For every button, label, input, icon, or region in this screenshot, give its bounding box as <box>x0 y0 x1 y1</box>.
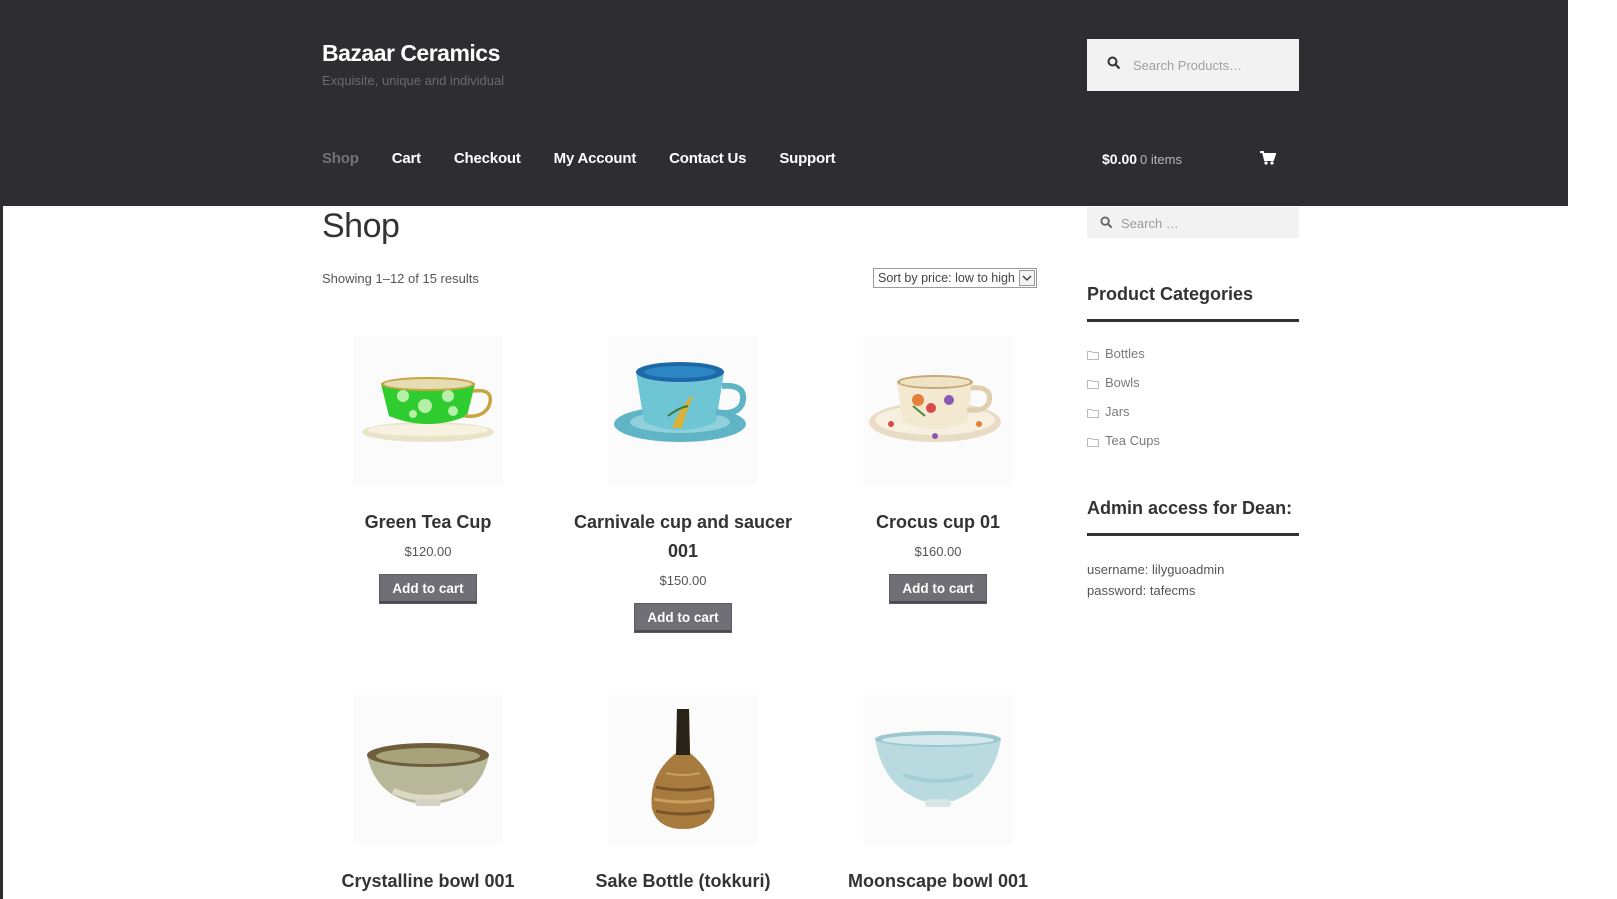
cart-icon[interactable] <box>1260 151 1277 170</box>
nav-support[interactable]: Support <box>779 150 835 167</box>
site-title[interactable]: Bazaar Ceramics <box>322 40 504 67</box>
product-title[interactable]: Moonscape bowl 001 <box>818 867 1058 896</box>
cart-item-count: 0 items <box>1140 152 1182 167</box>
sort-select[interactable]: Sort by price: low to high <box>873 268 1037 288</box>
add-to-cart-button[interactable]: Add to cart <box>379 574 477 604</box>
admin-access-title: Admin access for Dean: <box>1087 498 1299 536</box>
product-image[interactable] <box>353 336 503 486</box>
admin-password: password: tafecms <box>1087 583 1196 598</box>
product-image[interactable] <box>863 336 1013 486</box>
category-jars[interactable]: Jars <box>1105 404 1130 419</box>
nav-checkout[interactable]: Checkout <box>454 150 521 167</box>
product-price: $120.00 <box>404 544 452 559</box>
product-card: Crystalline bowl 001 <box>308 695 548 896</box>
admin-username: username: lilyguoadmin <box>1087 562 1225 577</box>
product-title[interactable]: Crocus cup 01 <box>818 508 1058 537</box>
list-item[interactable]: Bowls <box>1087 375 1160 404</box>
folder-icon <box>1087 435 1099 450</box>
chevron-down-icon[interactable] <box>1018 270 1035 286</box>
product-card: Sake Bottle (tokkuri) <box>563 695 803 896</box>
folder-icon <box>1087 406 1099 421</box>
product-card: Crocus cup 01 $160.00 Add to cart <box>818 336 1058 604</box>
category-list: Bottles Bowls Jars Tea Cups <box>1087 346 1160 462</box>
header-product-search <box>1087 39 1299 91</box>
add-to-cart-button[interactable]: Add to cart <box>634 603 732 633</box>
product-search-input[interactable] <box>1131 49 1290 81</box>
list-item[interactable]: Tea Cups <box>1087 433 1160 462</box>
product-image[interactable] <box>863 695 1013 845</box>
product-categories-title: Product Categories <box>1087 284 1299 322</box>
folder-icon <box>1087 377 1099 392</box>
sidebar-search-input[interactable] <box>1119 211 1293 235</box>
product-card: Carnivale cup and saucer 001 $150.00 Add… <box>563 336 803 633</box>
site-branding: Bazaar Ceramics Exquisite, unique and in… <box>322 40 504 88</box>
product-image[interactable] <box>353 695 503 845</box>
product-price: $160.00 <box>914 544 962 559</box>
product-title[interactable]: Green Tea Cup <box>308 508 548 537</box>
category-tea-cups[interactable]: Tea Cups <box>1105 433 1160 448</box>
cart-amount: $0.00 <box>1102 151 1138 167</box>
product-price: $150.00 <box>659 573 707 588</box>
admin-credentials: username: lilyguoadmin password: tafecms <box>1087 559 1224 601</box>
product-title[interactable]: Crystalline bowl 001 <box>308 867 548 896</box>
product-card: Green Tea Cup $120.00 Add to cart <box>308 336 548 604</box>
page-title: Shop <box>322 207 400 245</box>
primary-navigation: Shop Cart Checkout My Account Contact Us… <box>322 150 868 167</box>
nav-cart[interactable]: Cart <box>392 150 421 167</box>
category-bowls[interactable]: Bowls <box>1105 375 1140 390</box>
category-bottles[interactable]: Bottles <box>1105 346 1145 361</box>
product-title[interactable]: Carnivale cup and saucer 001 <box>563 508 803 566</box>
sidebar-search <box>1087 207 1299 238</box>
site-tagline: Exquisite, unique and individual <box>322 73 505 88</box>
nav-shop[interactable]: Shop <box>322 150 359 167</box>
product-image[interactable] <box>608 695 758 845</box>
search-icon <box>1107 56 1121 75</box>
add-to-cart-button[interactable]: Add to cart <box>889 574 987 604</box>
header-cart[interactable]: $0.00 0 items <box>1102 151 1277 170</box>
site-header: Bazaar Ceramics Exquisite, unique and in… <box>0 0 1617 206</box>
product-card: Moonscape bowl 001 <box>818 695 1058 896</box>
product-title[interactable]: Sake Bottle (tokkuri) <box>563 867 803 896</box>
result-count: Showing 1–12 of 15 results <box>322 271 479 286</box>
list-item[interactable]: Bottles <box>1087 346 1160 375</box>
search-icon <box>1100 216 1113 234</box>
sort-selected-value: Sort by price: low to high <box>878 271 1015 285</box>
nav-my-account[interactable]: My Account <box>554 150 637 167</box>
window-edge-right <box>1568 0 1617 899</box>
nav-contact-us[interactable]: Contact Us <box>669 150 746 167</box>
product-image[interactable] <box>608 336 758 486</box>
list-item[interactable]: Jars <box>1087 404 1160 433</box>
folder-icon <box>1087 348 1099 363</box>
